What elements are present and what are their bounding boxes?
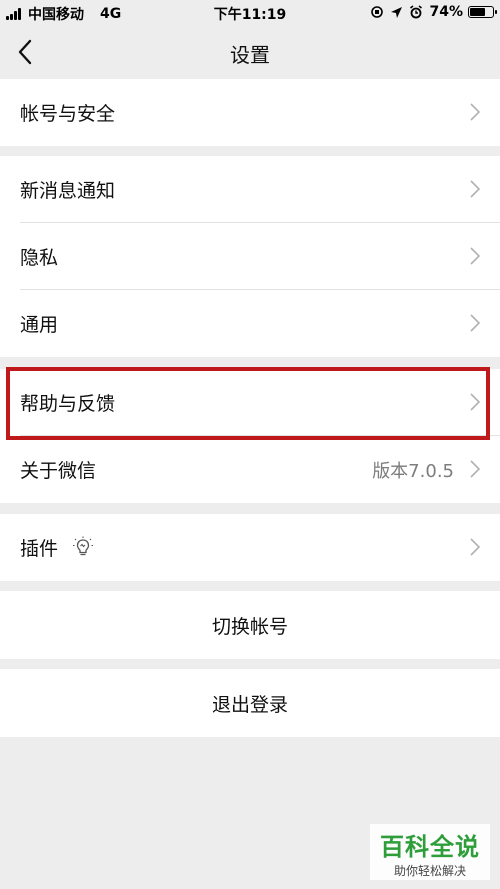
chevron-right-icon (470, 103, 480, 121)
switch-account-button[interactable]: 切换帐号 (0, 591, 500, 659)
watermark-title: 百科全说 (380, 833, 480, 861)
settings-item-help-feedback[interactable]: 帮助与反馈 (0, 369, 500, 436)
settings-item-account-security[interactable]: 帐号与安全 (0, 79, 500, 146)
group-plugins: 插件 (0, 514, 500, 581)
chevron-right-icon (470, 314, 480, 332)
settings-item-general[interactable]: 通用 (0, 290, 500, 357)
settings-item-label: 插件 (20, 538, 59, 560)
chevron-right-icon (470, 538, 480, 556)
location-icon (391, 6, 403, 18)
settings-item-label: 关于微信 (20, 460, 97, 482)
battery-fill (470, 8, 485, 16)
chevron-right-icon (470, 393, 480, 411)
group-preferences: 新消息通知 隐私 通用 (0, 156, 500, 357)
orientation-lock-icon (371, 6, 384, 18)
watermark-logo: 百科全说 助你轻松解决 (370, 824, 490, 880)
watermark-subtitle: 助你轻松解决 (393, 864, 466, 878)
group-support: 帮助与反馈 关于微信 版本7.0.5 (0, 369, 500, 503)
alarm-icon (410, 5, 423, 19)
battery-icon (468, 6, 497, 18)
status-bar: 中国移动 4G 下午11:19 74% (0, 0, 500, 26)
chevron-right-icon (470, 180, 480, 198)
network-type: 4G (100, 6, 122, 22)
settings-item-plugins[interactable]: 插件 (0, 514, 500, 581)
page-title: 设置 (230, 43, 270, 67)
settings-item-label: 新消息通知 (20, 180, 116, 202)
lightbulb-icon (73, 536, 93, 556)
version-value: 版本7.0.5 (372, 460, 454, 482)
group-account: 帐号与安全 (0, 79, 500, 146)
battery-percent: 74% (429, 4, 463, 20)
status-left: 中国移动 4G (6, 4, 121, 24)
group-switch-account: 切换帐号 (0, 591, 500, 659)
logout-button[interactable]: 退出登录 (0, 669, 500, 737)
chevron-right-icon (470, 247, 480, 265)
signal-icon (6, 8, 22, 20)
navigation-bar: 设置 (0, 26, 500, 78)
settings-item-about[interactable]: 关于微信 版本7.0.5 (0, 436, 500, 503)
settings-item-label: 通用 (20, 314, 59, 336)
carrier-name: 中国移动 (28, 7, 84, 23)
settings-item-label: 隐私 (20, 247, 59, 269)
settings-item-label: 帮助与反馈 (20, 393, 116, 415)
settings-item-label: 帐号与安全 (20, 103, 116, 125)
chevron-right-icon (470, 460, 480, 478)
status-right: 74% (370, 4, 497, 20)
settings-item-privacy[interactable]: 隐私 (0, 223, 500, 290)
settings-item-notifications[interactable]: 新消息通知 (0, 156, 500, 223)
group-logout: 退出登录 (0, 669, 500, 737)
